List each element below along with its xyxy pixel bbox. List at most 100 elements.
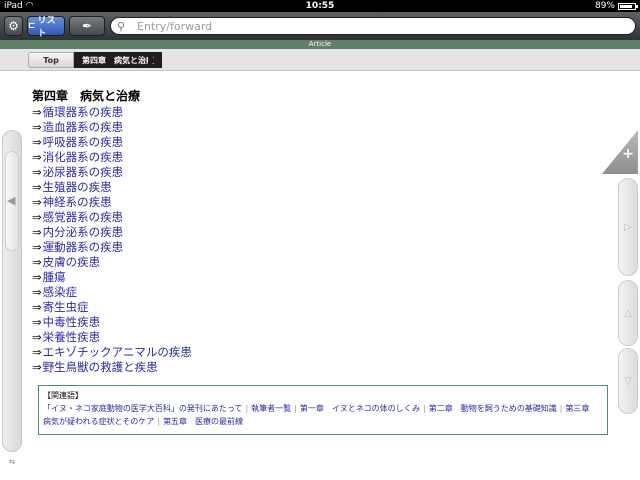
arrow-icon: ⇒ [32,105,42,119]
related-term-link[interactable]: 執筆者一覧 [251,404,291,413]
arrow-icon: ⇒ [32,180,42,194]
chapter-link-label: 消化器系の疾患 [42,150,124,164]
left-arrow-icon: ◀ [7,194,16,207]
chapter-link[interactable]: ⇒循環器系の疾患 [32,105,612,120]
battery-status: 89% [594,0,638,12]
related-term-link[interactable]: 「イヌ・ネコ家庭動物の医学大百科」の発刊にあたって [43,404,242,413]
rotate-lock-icon[interactable]: ⇆ [2,458,22,476]
clock: 10:55 [305,1,335,11]
arrow-icon: ⇒ [32,285,42,299]
chapter-link-label: 腫瘍 [42,270,66,284]
chapter-link[interactable]: ⇒感覚器系の疾患 [32,210,612,225]
right-page-rail: + ▷ △ ▽ [602,130,638,465]
arrow-icon: ⇒ [32,315,42,329]
breadcrumb: Top 第四章 病気と治療 [0,49,640,71]
battery-percent: 89% [594,1,615,11]
arrow-icon: ⇒ [32,360,42,374]
chapter-link-label: エキゾチックアニマルの疾患 [42,345,192,359]
back-arrow-icon: ⊏ [28,21,36,31]
search-input[interactable] [137,19,617,33]
chapter-link-label: 生殖器の疾患 [42,180,112,194]
battery-icon [618,2,638,10]
related-separator: | [423,404,426,413]
chapter-link[interactable]: ⇒寄生虫症 [32,300,612,315]
related-separator: | [157,417,161,426]
chapter-link-label: 神経系の疾患 [42,195,112,209]
related-terms-heading: 【関連語】 [43,391,83,400]
article-header: Article [0,40,640,49]
chapter-link-label: 寄生虫症 [42,300,89,314]
marker-button[interactable]: ✒ [69,16,105,36]
related-terms-box: 【関連語】 「イヌ・ネコ家庭動物の医学大百科」の発刊にあたって | 執筆者一覧 | 第一… [38,385,608,435]
chapter-link-label: 泌尿器系の疾患 [42,165,124,179]
settings-button[interactable]: ⚙ [4,16,23,36]
chapter-link-list: ⇒循環器系の疾患 ⇒造血器系の疾患 ⇒呼吸器系の疾患 ⇒消化器系の疾患 ⇒泌尿器系の疾患… [32,105,612,375]
arrow-icon: ⇒ [32,345,42,359]
pen-icon: ✒ [81,19,93,33]
chapter-link-label: 造血器系の疾患 [42,120,124,134]
list-button[interactable]: ⊏ リスト [27,16,65,39]
page-title: 第四章 病気と治療 [32,89,141,103]
related-term-link[interactable]: 第五章 医療の最前線 [163,417,243,426]
arrow-icon: ⇒ [32,150,42,164]
chapter-link[interactable]: ⇒内分泌系の疾患 [32,225,612,240]
right-arrow-icon: ▷ [624,221,632,233]
chapter-link[interactable]: ⇒中毒性疾患 [32,315,612,330]
related-terms-list: 「イヌ・ネコ家庭動物の医学大百科」の発刊にあたって | 執筆者一覧 | 第一章 イヌとネ… [43,404,597,426]
toolbar: ⚙ ⊏ リスト ✒ ⚲ [0,12,640,40]
chapter-link-label: 内分泌系の疾患 [42,225,124,239]
arrow-icon: ⇒ [32,270,42,284]
related-term-link[interactable]: 第二章 動物を飼うための基礎知識 [429,404,557,413]
arrow-icon: ⇒ [32,210,42,224]
chapter-link[interactable]: ⇒生殖器の疾患 [32,180,612,195]
chapter-link[interactable]: ⇒呼吸器系の疾患 [32,135,612,150]
down-arrow-icon: ▽ [624,375,632,387]
chapter-link-label: 感覚器系の疾患 [42,210,124,224]
arrow-icon: ⇒ [32,165,42,179]
chapter-link-label: 野生鳥獣の救護と疾患 [42,360,158,374]
chapter-link[interactable]: ⇒感染症 [32,285,612,300]
arrow-icon: ⇒ [32,300,42,314]
chapter-link-label: 循環器系の疾患 [42,105,124,119]
up-arrow-icon: △ [624,307,632,319]
status-bar: iPad ◠ 10:55 89% [0,0,640,12]
chapter-link[interactable]: ⇒腫瘍 [32,270,612,285]
related-term-link[interactable]: 第一章 イヌとネコの体のしくみ [300,404,420,413]
breadcrumb-current-arrow [148,52,156,68]
chapter-link[interactable]: ⇒泌尿器系の疾患 [32,165,612,180]
arrow-icon: ⇒ [32,135,42,149]
chapter-link[interactable]: ⇒造血器系の疾患 [32,120,612,135]
chapter-link[interactable]: ⇒神経系の疾患 [32,195,612,210]
arrow-icon: ⇒ [32,225,42,239]
chapter-link[interactable]: ⇒消化器系の疾患 [32,150,612,165]
arrow-icon: ⇒ [32,330,42,344]
arrow-icon: ⇒ [32,195,42,209]
chapter-link-label: 皮膚の疾患 [42,255,101,269]
arrow-icon: ⇒ [32,240,42,254]
next-page-button[interactable]: ▷ [618,178,638,276]
plus-icon: + [622,146,634,162]
chapter-link-label: 呼吸器系の疾患 [42,135,124,149]
chapter-link[interactable]: ⇒野生鳥獣の救護と疾患 [32,360,612,375]
chapter-link-label: 運動器系の疾患 [42,240,124,254]
arrow-icon: ⇒ [32,255,42,269]
scroll-up-button[interactable]: △ [618,280,638,346]
related-separator: | [294,404,297,413]
search-icon: ⚲ [117,19,126,33]
chapter-link-label: 感染症 [42,285,78,299]
arrow-icon: ⇒ [32,120,42,134]
scroll-down-button[interactable]: ▽ [618,348,638,414]
chapter-link[interactable]: ⇒皮膚の疾患 [32,255,612,270]
search-field[interactable]: ⚲ [110,17,636,35]
chapter-link-label: 栄養性疾患 [42,330,101,344]
article-content: 第四章 病気と治療 ⇒循環器系の疾患 ⇒造血器系の疾患 ⇒呼吸器系の疾患 ⇒消化器系の… [32,88,612,375]
list-button-label: リスト [37,16,56,39]
gear-icon: ⚙ [8,19,19,33]
chapter-link[interactable]: ⇒エキゾチックアニマルの疾患 [32,345,612,360]
chapter-link[interactable]: ⇒運動器系の疾患 [32,240,612,255]
chapter-link-label: 中毒性疾患 [42,315,101,329]
related-separator: | [245,404,249,413]
breadcrumb-top[interactable]: Top [28,52,74,68]
left-page-rail[interactable]: ◀ [2,130,22,452]
chapter-link[interactable]: ⇒栄養性疾患 [32,330,612,345]
